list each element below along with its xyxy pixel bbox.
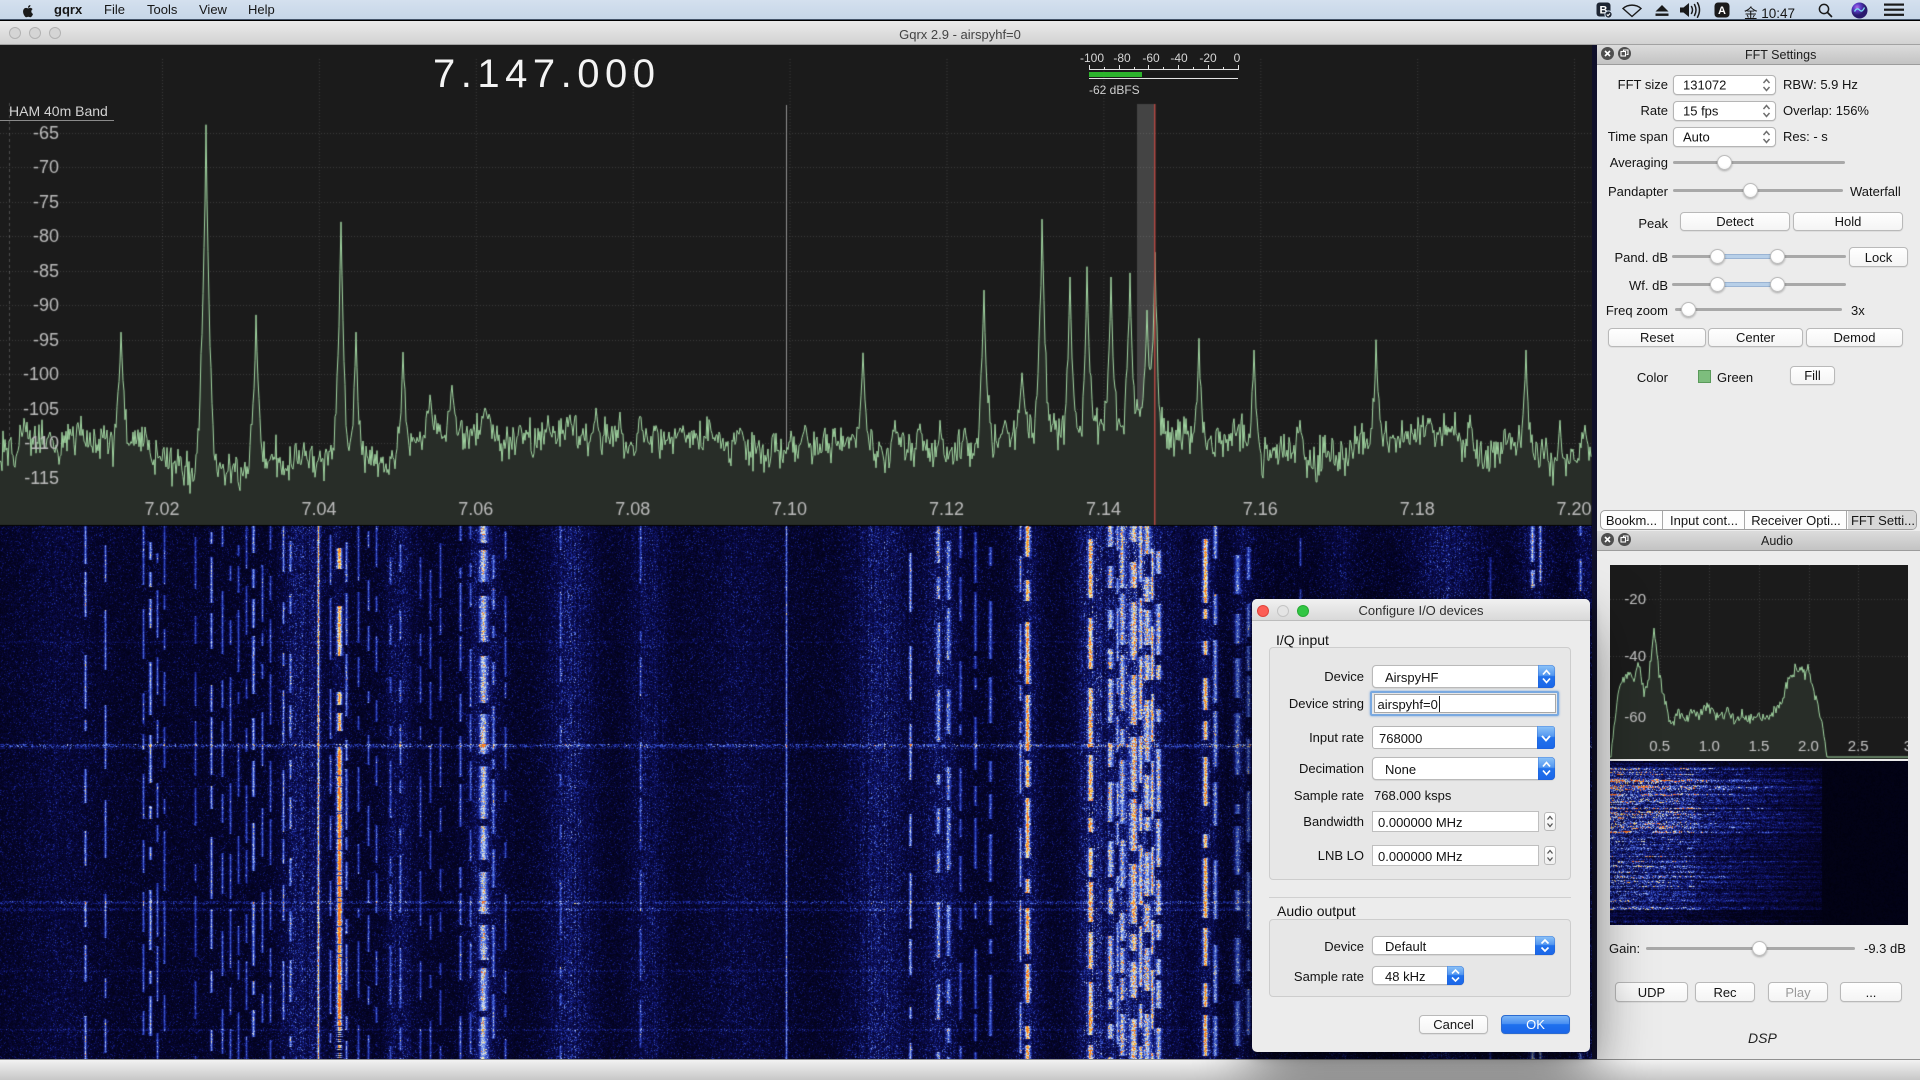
- svg-text:A: A: [1718, 5, 1726, 17]
